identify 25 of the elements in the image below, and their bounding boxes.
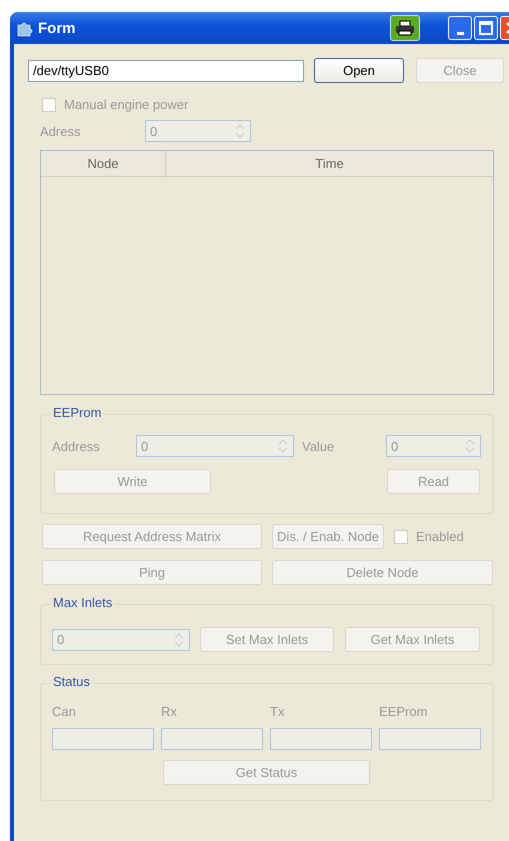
minimize-icon: [456, 32, 464, 34]
minimize-button[interactable]: [448, 16, 472, 40]
column-header[interactable]: Node: [41, 151, 166, 176]
value-spinbox[interactable]: 0: [386, 435, 481, 457]
maximize-button[interactable]: [474, 16, 498, 40]
port-field[interactable]: /dev/ttyUSB0: [28, 60, 304, 82]
address-spinbox[interactable]: 0: [136, 435, 294, 457]
status-label: Rx: [161, 704, 178, 719]
status-label: EEProm: [379, 704, 428, 719]
group-title: Max Inlets: [51, 595, 114, 610]
max-inlets-spinbox[interactable]: 0: [52, 628, 190, 650]
checkbox-label: Enabled: [416, 529, 464, 544]
maximize-icon: [479, 21, 493, 35]
status-label: Can: [52, 704, 77, 719]
status-label: Tx: [270, 704, 286, 719]
group-title: EEProm: [51, 405, 104, 420]
address-label: Address: [52, 438, 101, 454]
column-header[interactable]: Time: [166, 151, 493, 176]
window-title: Form: [38, 20, 76, 36]
adress-label: Adress: [40, 124, 82, 138]
group-title: Status: [51, 674, 92, 689]
value-label: Value: [302, 438, 336, 454]
checkbox-label: Manual engine power: [64, 97, 188, 112]
open-button[interactable]: Open: [314, 58, 404, 83]
printer-icon[interactable]: [390, 15, 420, 41]
